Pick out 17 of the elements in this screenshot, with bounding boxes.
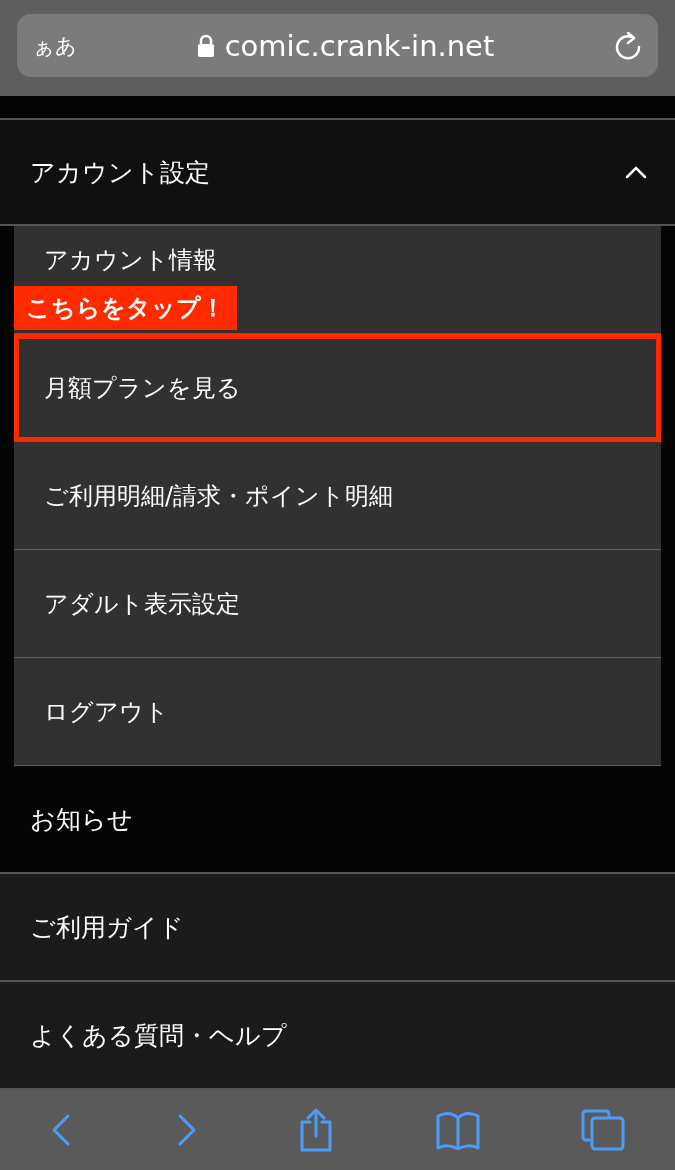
bookmarks-button[interactable]	[434, 1110, 481, 1150]
submenu-item[interactable]: 月額プランを見る	[14, 334, 661, 442]
reload-icon[interactable]	[614, 30, 642, 61]
tabs-button[interactable]	[580, 1109, 625, 1151]
submenu-item[interactable]: ログアウト	[14, 658, 661, 766]
menu-link[interactable]: ご利用ガイド	[0, 874, 675, 982]
lock-icon	[196, 33, 215, 58]
tap-here-label: こちらをタップ！	[14, 286, 237, 330]
menu-link[interactable]: よくある質問・ヘルプ	[0, 982, 675, 1090]
share-button[interactable]	[298, 1108, 335, 1152]
text-size-button[interactable]: ぁあ	[33, 31, 77, 60]
account-settings-toggle[interactable]: アカウント設定	[0, 118, 675, 226]
submenu-item[interactable]: ご利用明細/請求・ポイント明細	[14, 442, 661, 550]
submenu-item[interactable]: アダルト表示設定	[14, 550, 661, 658]
address-bar[interactable]: ぁあ comic.crank-in.net	[17, 14, 658, 77]
url-text: comic.crank-in.net	[224, 28, 495, 63]
section-label: アカウント設定	[30, 156, 210, 189]
